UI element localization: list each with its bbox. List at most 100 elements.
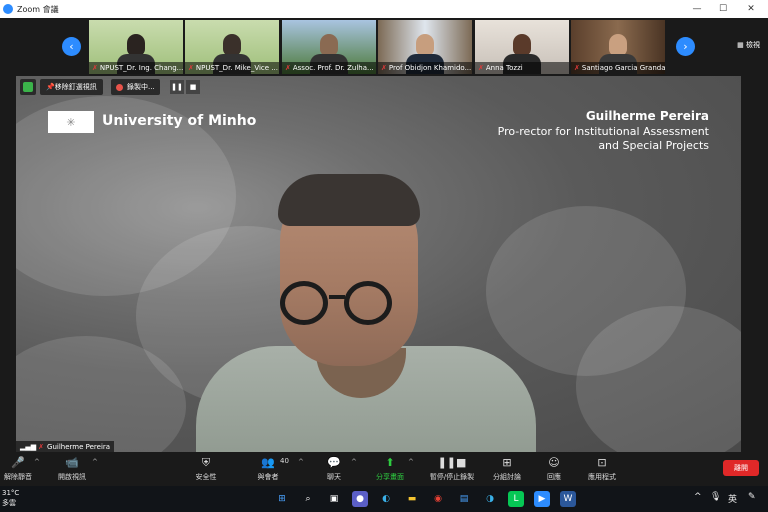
stop-recording-button[interactable]: ■ bbox=[186, 80, 200, 94]
security-badge[interactable] bbox=[20, 79, 36, 95]
security-label: 安全性 bbox=[195, 473, 217, 481]
participant-tile[interactable]: ✗ Santiago Garcia Granda bbox=[571, 20, 665, 74]
avatar bbox=[609, 34, 627, 56]
pen-tray-icon[interactable]: ✎ bbox=[748, 492, 756, 502]
security-button[interactable]: ⛨ 安全性 bbox=[176, 456, 236, 482]
speaker-role: Pro-rector for Institutional Assessment … bbox=[409, 125, 709, 153]
mic-muted-icon: ✗ bbox=[92, 64, 98, 72]
apps-label: 應用程式 bbox=[588, 473, 616, 481]
tray-overflow-icon[interactable]: ^ bbox=[694, 492, 702, 502]
participants-button[interactable]: 👥 與會者 bbox=[238, 456, 298, 482]
input-language[interactable]: 英 bbox=[728, 492, 737, 505]
close-button[interactable]: ✕ bbox=[738, 0, 764, 18]
share-options-caret[interactable]: ^ bbox=[408, 458, 414, 466]
pause-stop-recording-label: 暫停/停止錄製 bbox=[429, 473, 475, 481]
chat-icon: 💬 bbox=[327, 456, 341, 469]
meeting-toolbar: 🎤 解除靜音 ^ 📹 開啟視訊 ^ ⛨ 安全性 👥 與會者 40 ^ 💬 聊天 ^ ⬆ 分享… bbox=[0, 452, 768, 486]
weather-description: 多雲 bbox=[2, 499, 16, 507]
participant-tile[interactable]: ✗ Anna Tozzi bbox=[475, 20, 569, 74]
apps-icon: ⊡ bbox=[597, 456, 607, 469]
speaker-hair bbox=[278, 174, 420, 226]
breakout-rooms-label: 分組討論 bbox=[493, 473, 521, 481]
temperature: 31°C bbox=[2, 489, 20, 497]
participant-name: Santiago Garcia Granda bbox=[581, 64, 665, 72]
speaker-role-line: Pro-rector for Institutional Assessment bbox=[497, 125, 709, 138]
signal-bars-icon: ▂▄▆ bbox=[20, 442, 37, 451]
participants-options-caret[interactable]: ^ bbox=[298, 458, 304, 466]
weather-widget[interactable]: 31°C 多雲 bbox=[2, 488, 19, 508]
participant-name-tag: ✗ Santiago Garcia Granda bbox=[571, 62, 665, 74]
chat-options-caret[interactable]: ^ bbox=[351, 458, 357, 466]
breakout-rooms-icon: ⊞ bbox=[502, 456, 512, 469]
pause-stop-recording-button[interactable]: ❚❚■ 暫停/停止錄製 bbox=[422, 456, 482, 482]
participant-name: Assoc. Prof. Dr. Zulha... bbox=[292, 64, 374, 72]
mic-muted-icon: ✗ bbox=[478, 64, 484, 72]
record-controls-icon: ❚❚■ bbox=[437, 456, 467, 469]
title-bar: Zoom 會議 bbox=[0, 0, 768, 18]
participant-name: NPUST_Dr. Mike_Vice ... bbox=[195, 64, 278, 72]
zoom-app-icon[interactable]: ▶ bbox=[534, 491, 550, 507]
reactions-icon: ☺ bbox=[548, 456, 560, 469]
participants-label: 與會者 bbox=[257, 473, 279, 481]
search-icon[interactable]: ⌕ bbox=[300, 491, 316, 507]
mic-muted-icon: ✗ bbox=[574, 64, 580, 72]
participant-tile[interactable]: ✗ NPUST_Dr. Ing. Chang... bbox=[89, 20, 183, 74]
gallery-prev-button[interactable]: ‹ bbox=[62, 37, 81, 56]
recording-indicator: 錄製中... bbox=[111, 79, 160, 95]
participant-name-tag: ✗ NPUST_Dr. Mike_Vice ... bbox=[185, 62, 279, 74]
file-explorer-icon[interactable]: ▬ bbox=[404, 491, 420, 507]
apps-button[interactable]: ⊡ 應用程式 bbox=[572, 456, 632, 482]
main-video[interactable]: ✳ University of Minho Guilherme Pereira … bbox=[16, 76, 741, 452]
maximize-button[interactable]: ☐ bbox=[710, 0, 736, 18]
reactions-label: 回應 bbox=[547, 473, 561, 481]
leave-meeting-button[interactable]: 離開 bbox=[723, 460, 759, 476]
participant-tile[interactable]: ✗ NPUST_Dr. Mike_Vice ... bbox=[185, 20, 279, 74]
speaker-name: Guilherme Pereira bbox=[585, 109, 709, 123]
minimize-button[interactable]: — bbox=[684, 0, 710, 18]
shield-icon: ⛨ bbox=[201, 456, 211, 469]
share-screen-label: 分享畫面 bbox=[376, 473, 404, 481]
participant-tile[interactable]: ✗ Assoc. Prof. Dr. Zulha... bbox=[282, 20, 376, 74]
audio-options-caret[interactable]: ^ bbox=[34, 458, 40, 466]
participant-name: Anna Tozzi bbox=[485, 64, 523, 72]
chrome-browser-icon[interactable]: ◉ bbox=[430, 491, 446, 507]
pause-recording-button[interactable]: ❚❚ bbox=[170, 80, 184, 94]
avatar bbox=[127, 34, 145, 56]
notepad-icon[interactable]: ▤ bbox=[456, 491, 472, 507]
microphone-tray-icon[interactable]: 🎙 bbox=[710, 492, 721, 502]
mic-muted-icon: ✗ bbox=[285, 64, 291, 72]
edge-alt-icon[interactable]: ◑ bbox=[482, 491, 498, 507]
view-button[interactable]: ▦ 檢視 bbox=[737, 40, 760, 50]
video-off-icon: 📹 bbox=[65, 456, 79, 469]
participant-tile[interactable]: ✗ Prof Obidjon Khamido... bbox=[378, 20, 472, 74]
video-options-caret[interactable]: ^ bbox=[92, 458, 98, 466]
teams-chat-icon[interactable]: ● bbox=[352, 491, 368, 507]
edge-browser-icon[interactable]: ◐ bbox=[378, 491, 394, 507]
participant-name-tag: ✗ Prof Obidjon Khamido... bbox=[378, 62, 472, 74]
task-view-icon[interactable]: ▣ bbox=[326, 491, 342, 507]
gallery-next-button[interactable]: › bbox=[676, 37, 695, 56]
mic-muted-icon: ✗ bbox=[38, 442, 45, 451]
word-app-icon[interactable]: W bbox=[560, 491, 576, 507]
avatar bbox=[513, 34, 531, 56]
participant-name: Prof Obidjon Khamido... bbox=[388, 64, 472, 72]
university-logo-icon: ✳ bbox=[48, 111, 94, 133]
glasses-bridge bbox=[329, 295, 345, 299]
grid-icon: ▦ bbox=[737, 41, 746, 49]
chat-label: 聊天 bbox=[327, 473, 341, 481]
shield-icon bbox=[23, 82, 33, 92]
unmute-button[interactable]: 🎤 解除靜音 bbox=[0, 456, 48, 482]
windows-start-icon[interactable]: ⊞ bbox=[274, 491, 290, 507]
line-app-icon[interactable]: L bbox=[508, 491, 524, 507]
start-video-label: 開啟視訊 bbox=[58, 473, 86, 481]
gallery-strip: ‹ ✗ NPUST_Dr. Ing. Chang... ✗ NPUST_Dr. Mi… bbox=[0, 18, 768, 76]
institution-name: University of Minho bbox=[102, 113, 257, 129]
view-label: 檢視 bbox=[746, 41, 760, 49]
avatar bbox=[320, 34, 338, 56]
chevron-right-icon: › bbox=[683, 40, 688, 53]
participant-name-tag: ✗ Assoc. Prof. Dr. Zulha... bbox=[282, 62, 376, 74]
participant-count: 40 bbox=[280, 457, 289, 465]
recording-label: 錄製中... bbox=[127, 83, 155, 91]
avatar bbox=[416, 34, 434, 56]
remove-spotlight-button[interactable]: 📌 移除釘選視訊 bbox=[40, 79, 103, 95]
